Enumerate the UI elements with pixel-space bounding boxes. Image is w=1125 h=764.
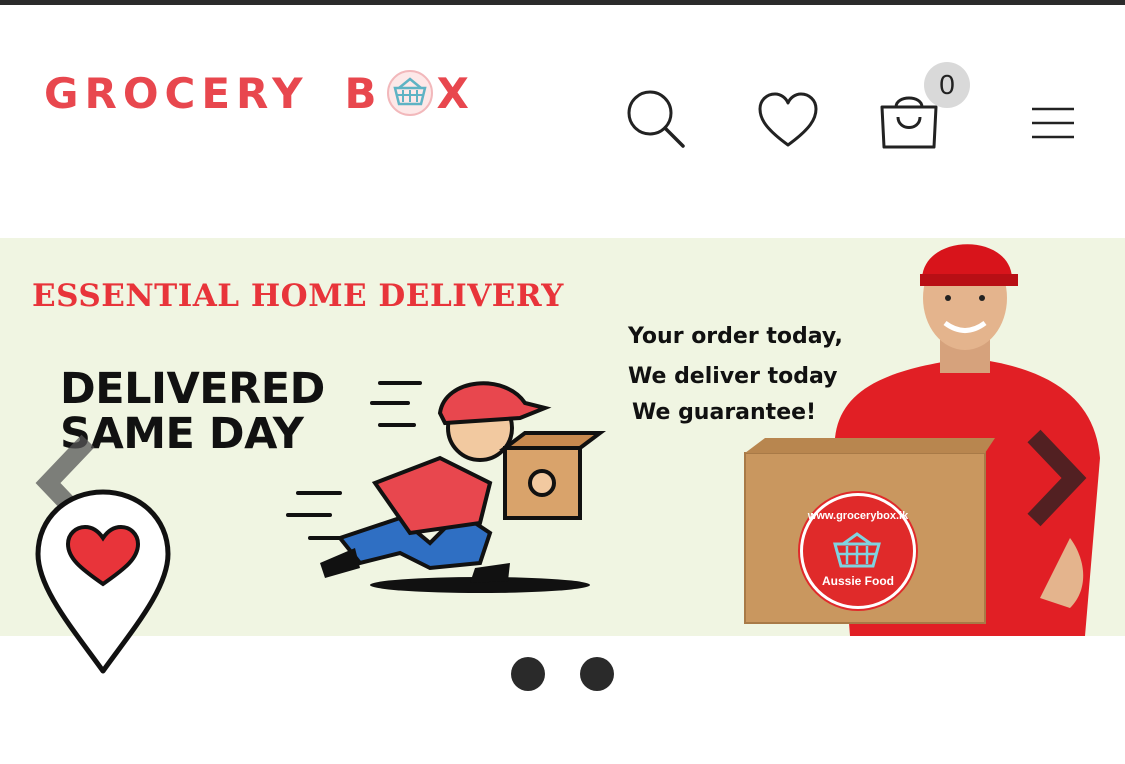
- chevron-right-icon: [1027, 429, 1087, 527]
- logo-letter-b: B: [344, 68, 383, 118]
- box-stamp-url: www.grocerybox.lk: [807, 510, 909, 522]
- basket-logo-icon: [386, 70, 433, 116]
- heart-icon[interactable]: [756, 91, 820, 151]
- logo-word-grocery: GROCERY: [44, 68, 309, 118]
- site-header: GROCERY B X 0: [0, 5, 1125, 235]
- grocery-box-logo[interactable]: GROCERY B X: [44, 67, 475, 119]
- hamburger-menu-icon[interactable]: [1030, 105, 1076, 145]
- running-delivery-man-illustration: [286, 381, 606, 593]
- cart-count-badge: 0: [924, 62, 970, 108]
- grocerybox-box-stamp: www.grocerybox.lk Aussie Food: [800, 493, 916, 609]
- slider-dot-1[interactable]: [511, 657, 545, 691]
- slider-next-arrow[interactable]: [1022, 428, 1092, 533]
- search-icon[interactable]: [622, 85, 688, 151]
- box-stamp-caption: Aussie Food: [821, 574, 894, 588]
- banner-title: ESSENTIAL HOME DELIVERY: [32, 278, 564, 314]
- logo-letter-x: X: [436, 68, 475, 118]
- slider-dot-2[interactable]: [580, 657, 614, 691]
- location-heart-pin-icon[interactable]: [32, 488, 174, 678]
- basket-icon: [833, 532, 881, 568]
